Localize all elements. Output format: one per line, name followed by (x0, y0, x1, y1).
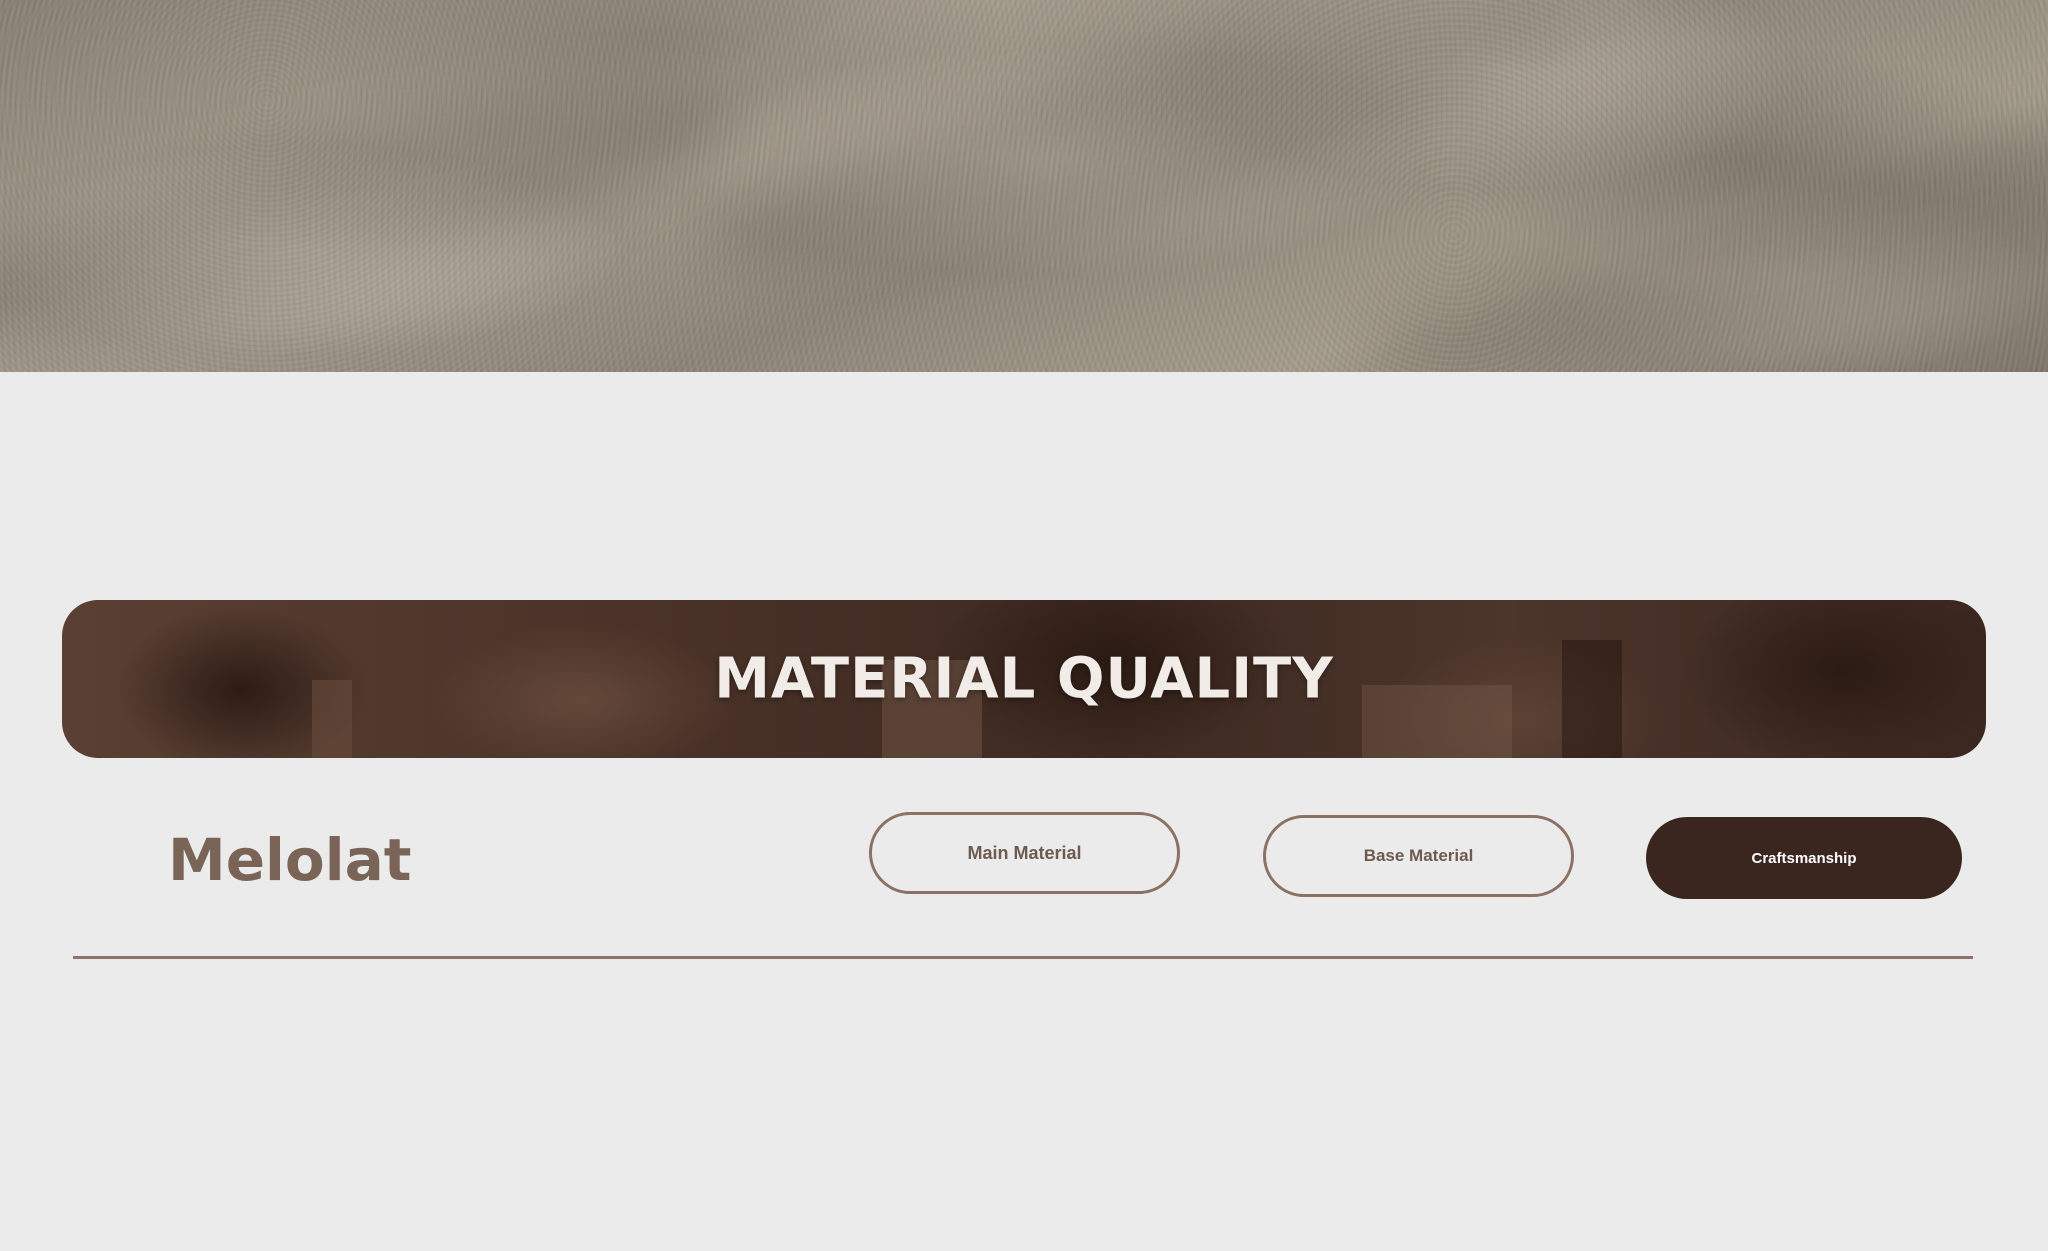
main-material-button[interactable]: Main Material (869, 812, 1180, 894)
brand-name: Melolat (168, 826, 412, 894)
craftsmanship-label: Craftsmanship (1751, 849, 1857, 867)
hero-grain (0, 0, 2048, 372)
material-quality-banner: MATERIAL QUALITY (62, 600, 1986, 758)
craftsmanship-button[interactable]: Craftsmanship (1646, 817, 1962, 899)
banner-title: MATERIAL QUALITY (714, 646, 1334, 712)
main-material-label: Main Material (967, 842, 1082, 863)
base-material-button[interactable]: Base Material (1263, 815, 1574, 897)
hero-texture-image (0, 0, 2048, 372)
base-material-label: Base Material (1363, 846, 1474, 865)
section-divider (73, 956, 1973, 959)
